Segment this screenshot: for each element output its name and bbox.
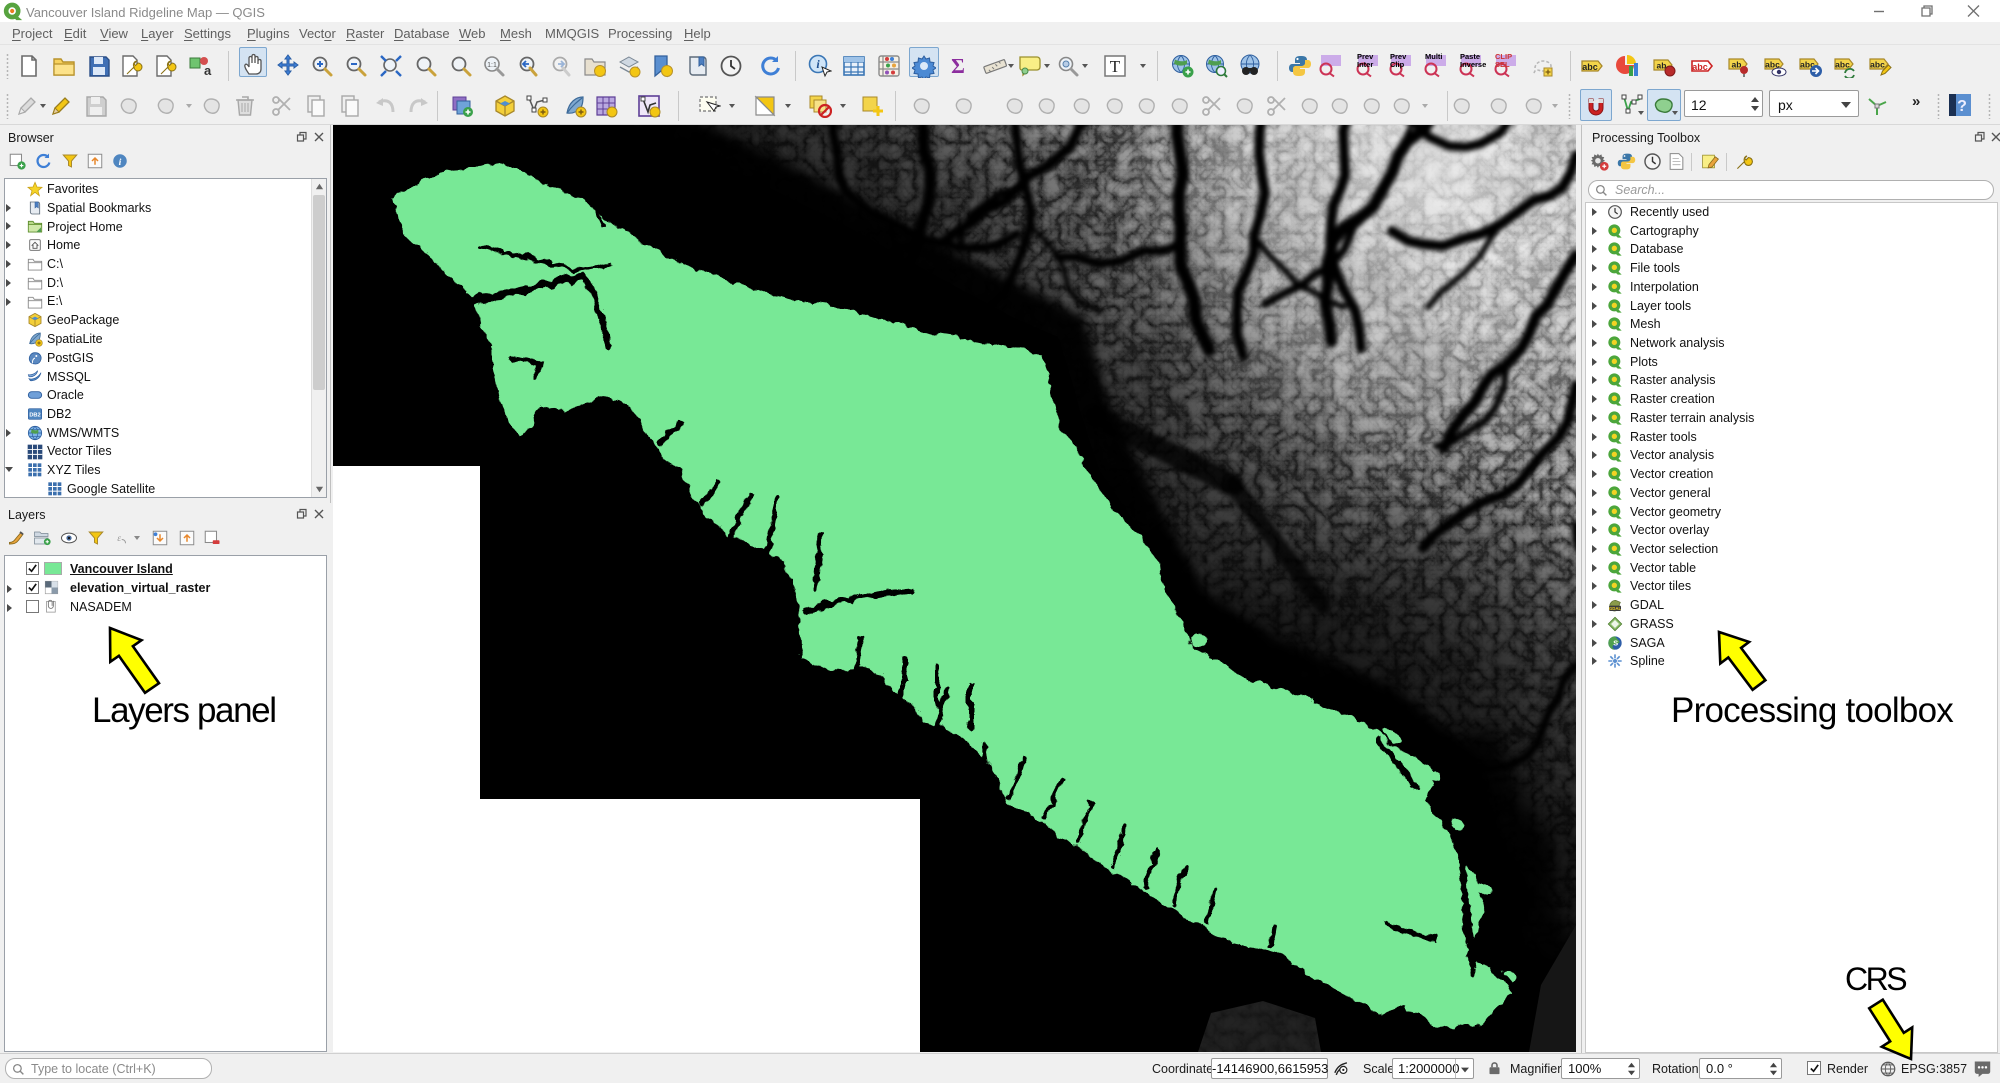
svg-text:i: i <box>119 157 122 168</box>
